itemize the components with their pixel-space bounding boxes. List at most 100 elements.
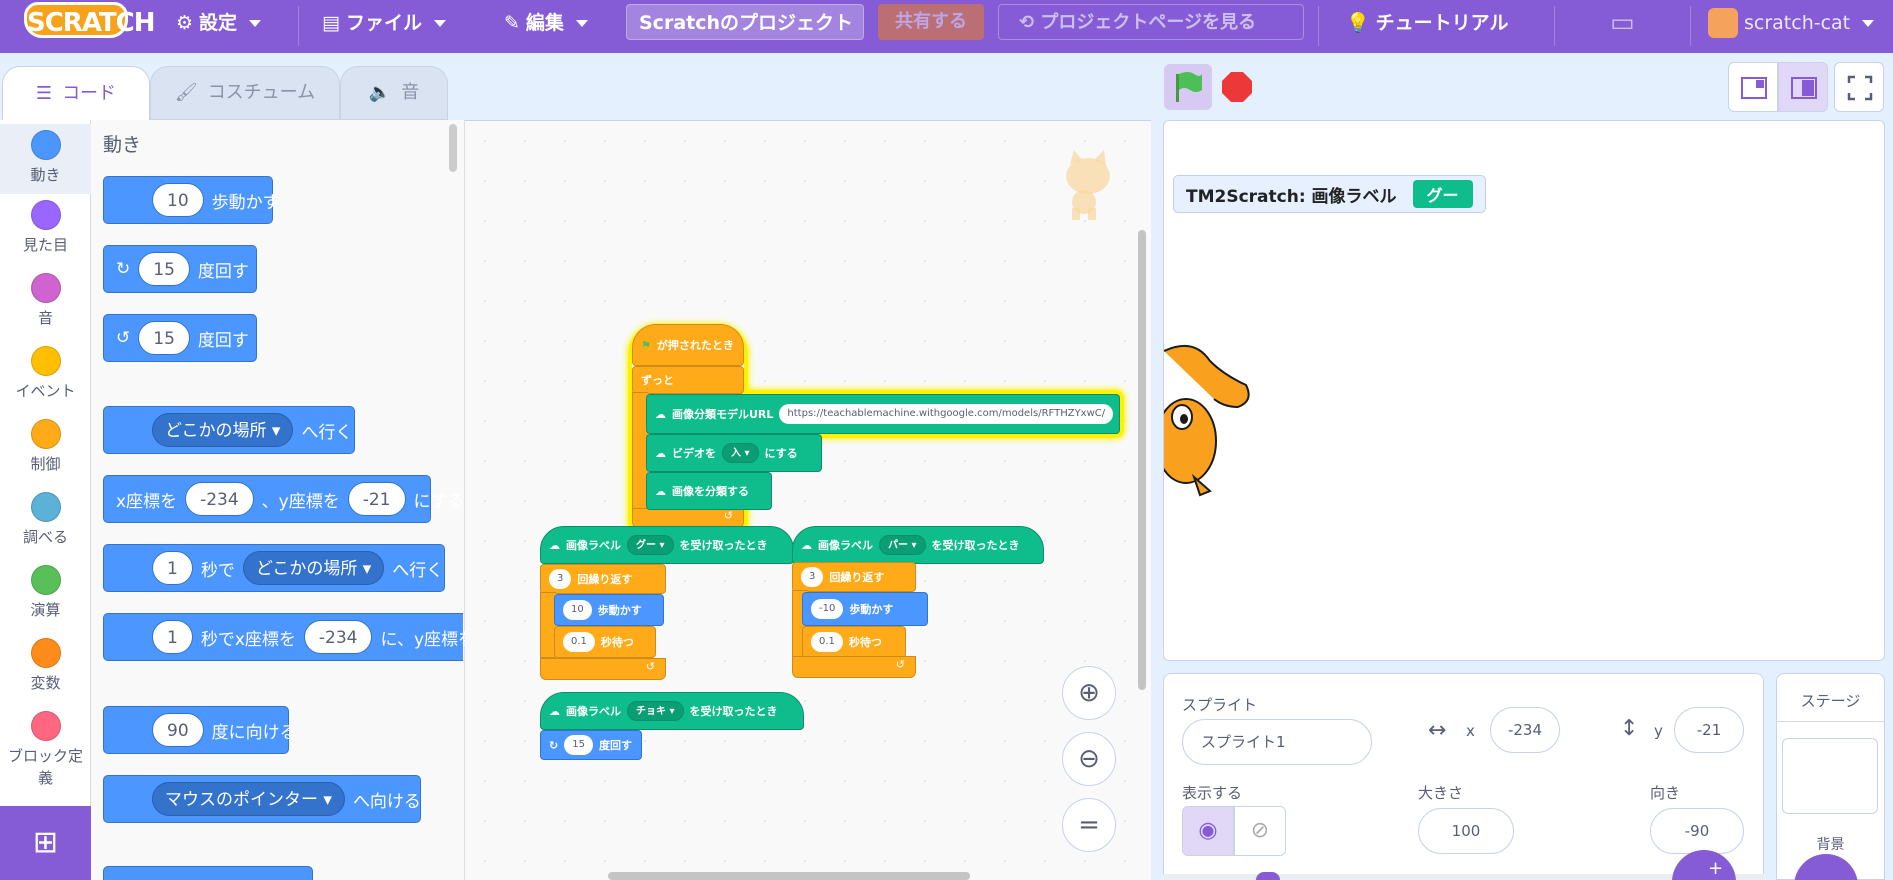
block-input[interactable]: -21 xyxy=(347,482,406,516)
category-menu: 動き 見た目 音 イベント 制御 調べる 演算 変数 ブロック定義 xyxy=(0,120,91,808)
block-dropdown[interactable]: パー ▾ xyxy=(879,535,926,555)
account-menu[interactable]: scratch-cat xyxy=(1708,6,1875,40)
go-to-xy-block[interactable]: x座標を -234 、y座標を -21 にする xyxy=(103,475,465,523)
block-input[interactable]: 3 xyxy=(549,569,572,589)
block-input[interactable]: 15 xyxy=(564,735,593,755)
cat-sprite[interactable] xyxy=(1164,341,1254,501)
tab-costumes[interactable]: 🖌 コスチューム xyxy=(150,66,340,120)
block-input[interactable]: -234 xyxy=(303,620,373,654)
when-label-received-block[interactable]: ☁ 画像ラベル チョキ ▾ を受け取ったとき xyxy=(540,692,804,730)
category-sensing[interactable]: 調べる xyxy=(0,492,91,547)
scratch-logo[interactable]: SCRATCH xyxy=(24,2,156,38)
x-position-input[interactable]: -234 xyxy=(1490,707,1560,753)
direction-input[interactable]: -90 xyxy=(1650,808,1744,854)
block-input[interactable]: 3 xyxy=(801,567,824,587)
category-control[interactable]: 制御 xyxy=(0,419,91,474)
block-input[interactable]: https://teachablemachine.withgoogle.com/… xyxy=(779,404,1114,424)
tutorials-button[interactable]: 💡 チュートリアル xyxy=(1346,6,1508,40)
block-dropdown[interactable]: チョキ ▾ xyxy=(627,701,684,721)
zoom-in-button[interactable]: ⊕ xyxy=(1062,666,1116,720)
script-area[interactable] xyxy=(465,120,1151,880)
show-sprite-button[interactable]: ◉ xyxy=(1182,806,1234,856)
backdrop-thumbnail[interactable] xyxy=(1782,738,1878,814)
glide-to-xy-block[interactable]: 1 秒でx座標を -234 に、y座標を xyxy=(103,613,475,661)
block-input[interactable]: 0.1 xyxy=(563,632,595,652)
motion-block-partial[interactable] xyxy=(103,866,313,880)
block-input[interactable]: 15 xyxy=(138,252,190,286)
dropdown-value: グー xyxy=(636,540,656,551)
turn-right-block[interactable]: ↻ 15 度回す xyxy=(103,245,257,293)
turn-right-block[interactable]: ↻ 15 度回す xyxy=(540,730,642,760)
category-events[interactable]: イベント xyxy=(0,346,91,401)
repeat-block[interactable]: 3 回繰り返す xyxy=(540,564,666,594)
point-in-direction-block[interactable]: 90 度に向ける xyxy=(103,706,297,754)
green-flag-button[interactable] xyxy=(1164,64,1212,110)
when-label-received-block[interactable]: ☁ 画像ラベル パー ▾ を受け取ったとき xyxy=(792,526,1044,564)
tab-code[interactable]: ☰ コード xyxy=(2,66,150,120)
category-motion[interactable]: 動き xyxy=(0,124,91,194)
settings-menu[interactable]: ⚙ 設定 xyxy=(176,6,262,40)
fullscreen-button[interactable] xyxy=(1834,62,1884,112)
move-steps-block[interactable]: 10 歩動かす xyxy=(554,594,664,626)
script-vertical-scrollbar[interactable] xyxy=(1138,230,1146,690)
block-input[interactable]: 90 xyxy=(152,713,204,747)
category-looks[interactable]: 見た目 xyxy=(0,200,91,255)
block-input[interactable]: -234 xyxy=(185,482,254,516)
file-menu[interactable]: ▤ ファイル xyxy=(322,6,446,40)
stop-button[interactable] xyxy=(1222,72,1252,102)
block-input[interactable]: -10 xyxy=(811,599,844,619)
share-button[interactable]: 共有する xyxy=(878,4,984,40)
video-toggle-block[interactable]: ☁ ビデオを 入 ▾ にする xyxy=(646,434,822,472)
go-to-block[interactable]: どこかの場所 ▾ へ行く xyxy=(103,406,355,454)
stage-canvas[interactable]: TM2Scratch: 画像ラベル グー xyxy=(1163,120,1885,661)
glide-to-block[interactable]: 1 秒で どこかの場所 ▾ へ行く xyxy=(103,544,445,592)
variable-monitor[interactable]: TM2Scratch: 画像ラベル グー xyxy=(1173,175,1486,213)
dropdown-value: パー xyxy=(888,540,908,551)
when-label-received-block[interactable]: ☁ 画像ラベル グー ▾ を受け取ったとき xyxy=(540,526,794,564)
small-stage-button[interactable] xyxy=(1728,62,1778,112)
wait-block[interactable]: 0.1 秒待つ xyxy=(802,626,906,658)
edit-menu[interactable]: ✎ 編集 xyxy=(504,6,588,40)
category-my-blocks[interactable]: ブロック定義 xyxy=(0,711,91,789)
wait-block[interactable]: 0.1 秒待つ xyxy=(554,626,656,658)
block-dropdown[interactable]: どこかの場所 ▾ xyxy=(242,551,385,585)
hide-sprite-button[interactable]: ⊘ xyxy=(1234,806,1286,856)
model-url-block[interactable]: ☁ 画像分類モデルURL https://teachablemachine.wi… xyxy=(646,394,1120,434)
block-dropdown[interactable]: どこかの場所 ▾ xyxy=(152,413,294,447)
block-input[interactable]: 10 xyxy=(152,183,204,217)
move-steps-block[interactable]: -10 歩動かす xyxy=(802,592,928,626)
category-sound[interactable]: 音 xyxy=(0,273,91,328)
point-towards-block[interactable]: マウスのポインター ▾ へ向ける xyxy=(103,775,421,823)
block-text: x座標を xyxy=(116,491,178,512)
zoom-reset-button[interactable]: = xyxy=(1062,798,1116,852)
large-stage-button[interactable] xyxy=(1778,62,1828,112)
classify-image-block[interactable]: ☁ 画像を分類する xyxy=(646,472,772,510)
size-input[interactable]: 100 xyxy=(1418,808,1514,854)
move-steps-block[interactable]: 10 歩動かす xyxy=(103,176,280,224)
project-title-input[interactable]: Scratchのプロジェクト xyxy=(626,4,864,40)
block-dropdown[interactable]: 入 ▾ xyxy=(722,443,759,463)
category-variables[interactable]: 変数 xyxy=(0,638,91,693)
block-input[interactable]: 0.1 xyxy=(811,632,843,652)
script-horizontal-scrollbar[interactable] xyxy=(608,872,970,880)
zoom-out-button[interactable]: ⊖ xyxy=(1062,732,1116,786)
my-stuff-folder-icon[interactable]: ▭ xyxy=(1610,6,1635,40)
block-input[interactable]: 15 xyxy=(138,321,190,355)
block-input[interactable]: 1 xyxy=(152,620,193,654)
when-flag-clicked-block[interactable]: ⚑ が押されたとき xyxy=(632,324,744,366)
repeat-block[interactable]: 3 回繰り返す xyxy=(792,562,916,592)
see-project-page-button[interactable]: ⟲ プロジェクトページを見る xyxy=(998,4,1304,40)
turn-left-block[interactable]: ↺ 15 度回す xyxy=(103,314,257,362)
block-input[interactable]: 10 xyxy=(563,600,592,620)
sprite-name-input[interactable]: スプライト1 xyxy=(1182,719,1372,765)
category-operators[interactable]: 演算 xyxy=(0,565,91,620)
y-position-input[interactable]: -21 xyxy=(1674,707,1744,753)
block-dropdown[interactable]: グー ▾ xyxy=(627,535,674,555)
forever-block[interactable]: ずっと xyxy=(632,366,744,394)
palette-scrollbar[interactable] xyxy=(449,124,457,172)
block-input[interactable]: 1 xyxy=(152,551,193,585)
block-dropdown[interactable]: マウスのポインター ▾ xyxy=(152,782,345,816)
tab-sounds[interactable]: 🔈 音 xyxy=(340,66,448,120)
zoom-reset-icon: = xyxy=(1078,810,1100,840)
add-extension-button[interactable]: ⊞ xyxy=(0,806,91,880)
